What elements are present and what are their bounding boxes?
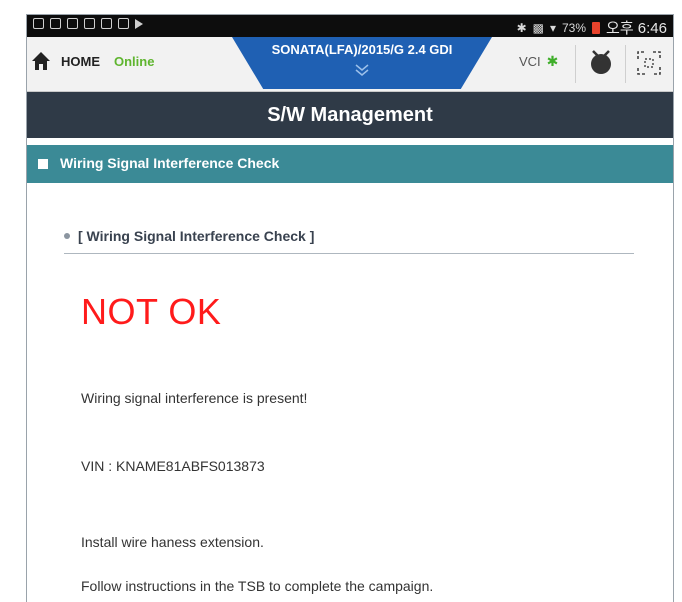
connection-status: Online [114, 53, 155, 69]
battery-icon [592, 21, 601, 34]
vin-text: VIN : KNAME81ABFS013873 [81, 458, 265, 474]
status-right: ✱ ▩ ▾ 73% 오후 6:46 [517, 17, 667, 38]
home-label: HOME [61, 53, 100, 69]
vehicle-label: SONATA(LFA)/2015/G 2.4 GDI [271, 42, 453, 57]
home-icon [32, 52, 50, 70]
vehicle-selector[interactable]: SONATA(LFA)/2015/G 2.4 GDI [232, 37, 492, 89]
vci-status[interactable]: VCI ✱ [519, 53, 558, 70]
square-bullet-icon [38, 159, 48, 169]
play-icon [135, 18, 143, 29]
result-status: NOT OK [81, 291, 222, 332]
page-title: S/W Management [267, 104, 433, 126]
cast-icon [118, 18, 129, 29]
mail-icon [67, 18, 78, 29]
vci-label: VCI [519, 54, 541, 69]
toolbar-divider [625, 45, 626, 83]
toolbar-divider [575, 45, 576, 83]
status-bar: ✱ ▩ ▾ 73% 오후 6:46 [27, 15, 673, 37]
result-message: Wiring signal interference is present! [81, 390, 308, 406]
wifi-icon: ▾ [549, 20, 556, 35]
chevron-down-icon [355, 64, 369, 76]
usb-icon [33, 18, 44, 29]
bluetooth-icon: ✱ [516, 20, 527, 35]
subheading-text: [ Wiring Signal Interference Check ] [78, 228, 315, 244]
status-left-icons [33, 18, 143, 29]
instruction-text: Follow instructions in the TSB to comple… [81, 578, 434, 594]
divider [64, 253, 634, 254]
content-panel: [ Wiring Signal Interference Check ] NOT… [27, 185, 673, 602]
globe-download-icon[interactable] [585, 47, 617, 79]
fullscreen-icon[interactable] [633, 47, 665, 79]
calendar-icon [84, 18, 95, 29]
battery-level: 73% [562, 20, 587, 35]
section-header: Wiring Signal Interference Check [27, 145, 673, 183]
clock: 오후 6:46 [606, 20, 667, 37]
page-title-bar: S/W Management [27, 92, 673, 138]
instruction-text: Install wire haness extension. [81, 534, 264, 550]
home-button[interactable]: HOME Online [31, 51, 154, 71]
app-bar: HOME Online SONATA(LFA)/2015/G 2.4 GDI V… [27, 37, 673, 92]
mute-icon: ▩ [532, 20, 544, 35]
subheading: [ Wiring Signal Interference Check ] [64, 228, 314, 244]
settings-icon [101, 18, 112, 29]
image-icon [50, 18, 61, 29]
bluetooth-icon: ✱ [546, 53, 559, 69]
bullet-icon [64, 233, 70, 239]
app-window: ✱ ▩ ▾ 73% 오후 6:46 HOME Online SONATA(LFA… [26, 14, 674, 602]
section-title: Wiring Signal Interference Check [60, 155, 280, 171]
